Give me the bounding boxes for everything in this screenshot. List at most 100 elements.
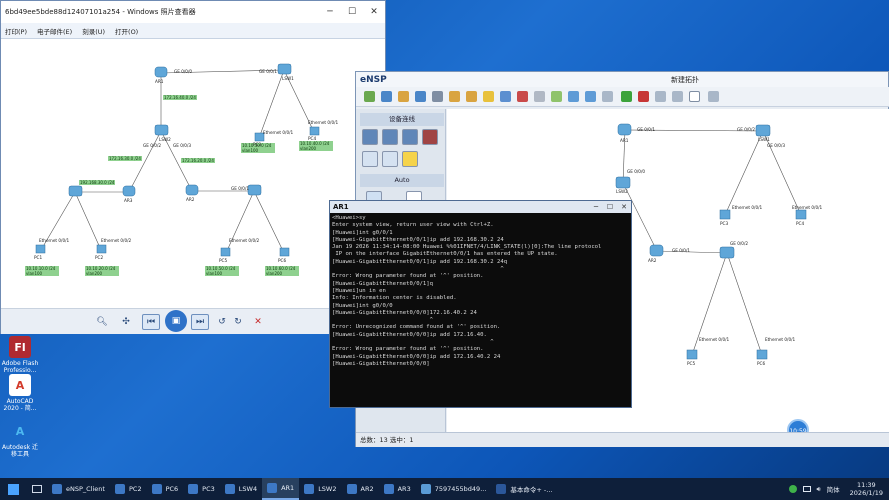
taskbar-item-label: 7597455bd49... <box>434 485 487 493</box>
taskbar-item-ensp-client[interactable]: eNSP_Client <box>47 478 110 500</box>
console-output[interactable]: <Huawei>sy Enter system view, return user… <box>332 215 630 407</box>
firewall-category-icon[interactable] <box>422 129 438 145</box>
fit-icon[interactable] <box>602 91 613 102</box>
taskbar-item-label: eNSP_Client <box>66 485 105 493</box>
desktop-icon-autocad[interactable]: A AutoCAD 2020 - 简... <box>0 374 40 412</box>
port-label: GE 0/0/1 <box>259 69 278 74</box>
console-line: Info: Information center is disabled. <box>332 295 457 302</box>
undo-icon[interactable] <box>449 91 460 102</box>
port-label: GE 0/0/1 <box>637 127 656 132</box>
ensp-titlebar[interactable]: eNSP 新建拓扑 <box>356 72 888 87</box>
menu-print[interactable]: 打印(P) <box>5 26 27 36</box>
network-label: 10.10.10.0 /24 vlan100 <box>25 266 59 276</box>
topo-icon[interactable] <box>689 91 700 102</box>
flash-app-icon: Fl <box>9 336 31 358</box>
taskbar-item-label: LSW2 <box>318 485 337 493</box>
prev-icon[interactable]: ⏮ <box>142 314 160 330</box>
device-label: PC6 <box>757 361 766 366</box>
pc-icon <box>279 247 290 257</box>
minimize-icon[interactable]: ─ <box>589 202 603 212</box>
move-icon[interactable] <box>500 91 511 102</box>
cloud-category-icon[interactable] <box>382 151 398 167</box>
delete-icon[interactable] <box>517 91 528 102</box>
maximize-icon[interactable]: ☐ <box>341 4 363 20</box>
ime-indicator[interactable]: 简体 <box>827 484 840 494</box>
taskbar-item-pc6[interactable]: PC6 <box>147 478 184 500</box>
close-icon[interactable]: ✕ <box>363 4 385 20</box>
switch-icon <box>719 246 735 259</box>
slideshow-icon[interactable]: ▣ <box>165 310 187 332</box>
console-line: IP on the interface GigabitEthernet0/0/1… <box>332 251 558 258</box>
pc-icon <box>309 126 320 136</box>
save-icon[interactable] <box>398 91 409 102</box>
print-icon[interactable] <box>432 91 443 102</box>
label-icon[interactable] <box>551 91 562 102</box>
console-titlebar[interactable]: AR1 ─ ☐ ✕ <box>330 201 631 213</box>
tray-icons[interactable]: 🔊︎ 简体 <box>784 478 845 500</box>
port-label: Ethernet 0/0/1 <box>732 205 763 210</box>
zoom-icon[interactable]: 🔍︎ <box>93 314 111 330</box>
console-app-icon <box>224 484 235 494</box>
console-line: [Huawei]un in en <box>332 287 386 294</box>
next-icon[interactable]: ⏭ <box>191 314 209 330</box>
capture-icon[interactable] <box>655 91 666 102</box>
taskbar-item-lsw4[interactable]: LSW4 <box>220 478 262 500</box>
switch-icon <box>68 185 83 197</box>
taskbar-item-pc3[interactable]: PC3 <box>183 478 220 500</box>
zoom-in-icon[interactable] <box>568 91 579 102</box>
delete-icon[interactable]: ✕ <box>251 314 265 330</box>
taskbar-item-ar1[interactable]: AR1 <box>262 478 300 500</box>
wlan-category-icon[interactable] <box>402 129 418 145</box>
open-icon[interactable] <box>381 91 392 102</box>
fit-icon[interactable]: ✣ <box>119 314 133 330</box>
taskbar-item-photo[interactable]: 7597455bd49... <box>416 478 492 500</box>
taskbar-item-lsw2[interactable]: LSW2 <box>299 478 341 500</box>
stop-icon[interactable] <box>638 91 649 102</box>
console-line: [Huawei-GigabitEthernet0/0/0]ip add 172.… <box>332 353 501 360</box>
pc-category-icon[interactable] <box>362 151 378 167</box>
device-label: PC2 <box>95 255 104 260</box>
redo-icon[interactable] <box>466 91 477 102</box>
close-icon[interactable]: ✕ <box>617 202 631 212</box>
switch-category-icon[interactable] <box>382 129 398 145</box>
start-button[interactable] <box>0 478 27 500</box>
router-category-icon[interactable] <box>362 129 378 145</box>
menu-open[interactable]: 打开(O) <box>115 26 138 36</box>
pc-icon <box>686 349 698 360</box>
config-icon[interactable] <box>672 91 683 102</box>
clock[interactable]: 11:39 2026/1/19 <box>845 478 889 500</box>
search-icon[interactable] <box>27 478 47 500</box>
taskbar-item-ar3[interactable]: AR3 <box>379 478 416 500</box>
saveas-icon[interactable] <box>415 91 426 102</box>
device-label: LSW1 <box>758 137 770 142</box>
rotate-right-icon[interactable]: ↻ <box>231 314 245 330</box>
network-icon[interactable] <box>802 486 811 492</box>
auto-section-title: Auto <box>360 174 444 187</box>
desktop-icon-flash[interactable]: Fl Adobe Flash Professio... <box>0 336 40 374</box>
desktop-icon-autodesk-migration[interactable]: A Autodesk 迁移工具 <box>0 420 40 459</box>
settings-icon[interactable] <box>708 91 719 102</box>
text-icon[interactable] <box>534 91 545 102</box>
network-label: 10.10.50.0 /24 vlan100 <box>205 266 239 276</box>
menu-email[interactable]: 电子邮件(E) <box>37 26 72 36</box>
taskbar-item-word[interactable]: 基本命令+ -... <box>491 478 557 500</box>
new-icon[interactable] <box>364 91 375 102</box>
volume-icon[interactable]: 🔊︎ <box>817 485 821 494</box>
taskbar-item-ar2[interactable]: AR2 <box>342 478 379 500</box>
select-icon[interactable] <box>483 91 494 102</box>
clock-date: 2026/1/19 <box>849 489 883 497</box>
menu-burn[interactable]: 刻录(U) <box>82 26 105 36</box>
network-label: 172.16.20.0 /24 <box>181 158 215 163</box>
taskbar-item-pc2[interactable]: PC2 <box>110 478 147 500</box>
minimize-icon[interactable]: ─ <box>319 4 341 20</box>
word-app-icon <box>496 484 507 494</box>
start-icon[interactable] <box>621 91 632 102</box>
rotate-left-icon[interactable]: ↺ <box>215 314 229 330</box>
cable-category-icon[interactable] <box>402 151 418 167</box>
taskbar-item-label: PC3 <box>202 485 215 493</box>
tray-app-icon[interactable] <box>788 485 797 493</box>
autodesk-app-icon: A <box>15 424 25 438</box>
maximize-icon[interactable]: ☐ <box>603 202 617 212</box>
photo-viewer-titlebar[interactable]: 6bd49ee5bde88d12407101a254 - Windows 照片查… <box>1 1 385 23</box>
zoom-out-icon[interactable] <box>585 91 596 102</box>
